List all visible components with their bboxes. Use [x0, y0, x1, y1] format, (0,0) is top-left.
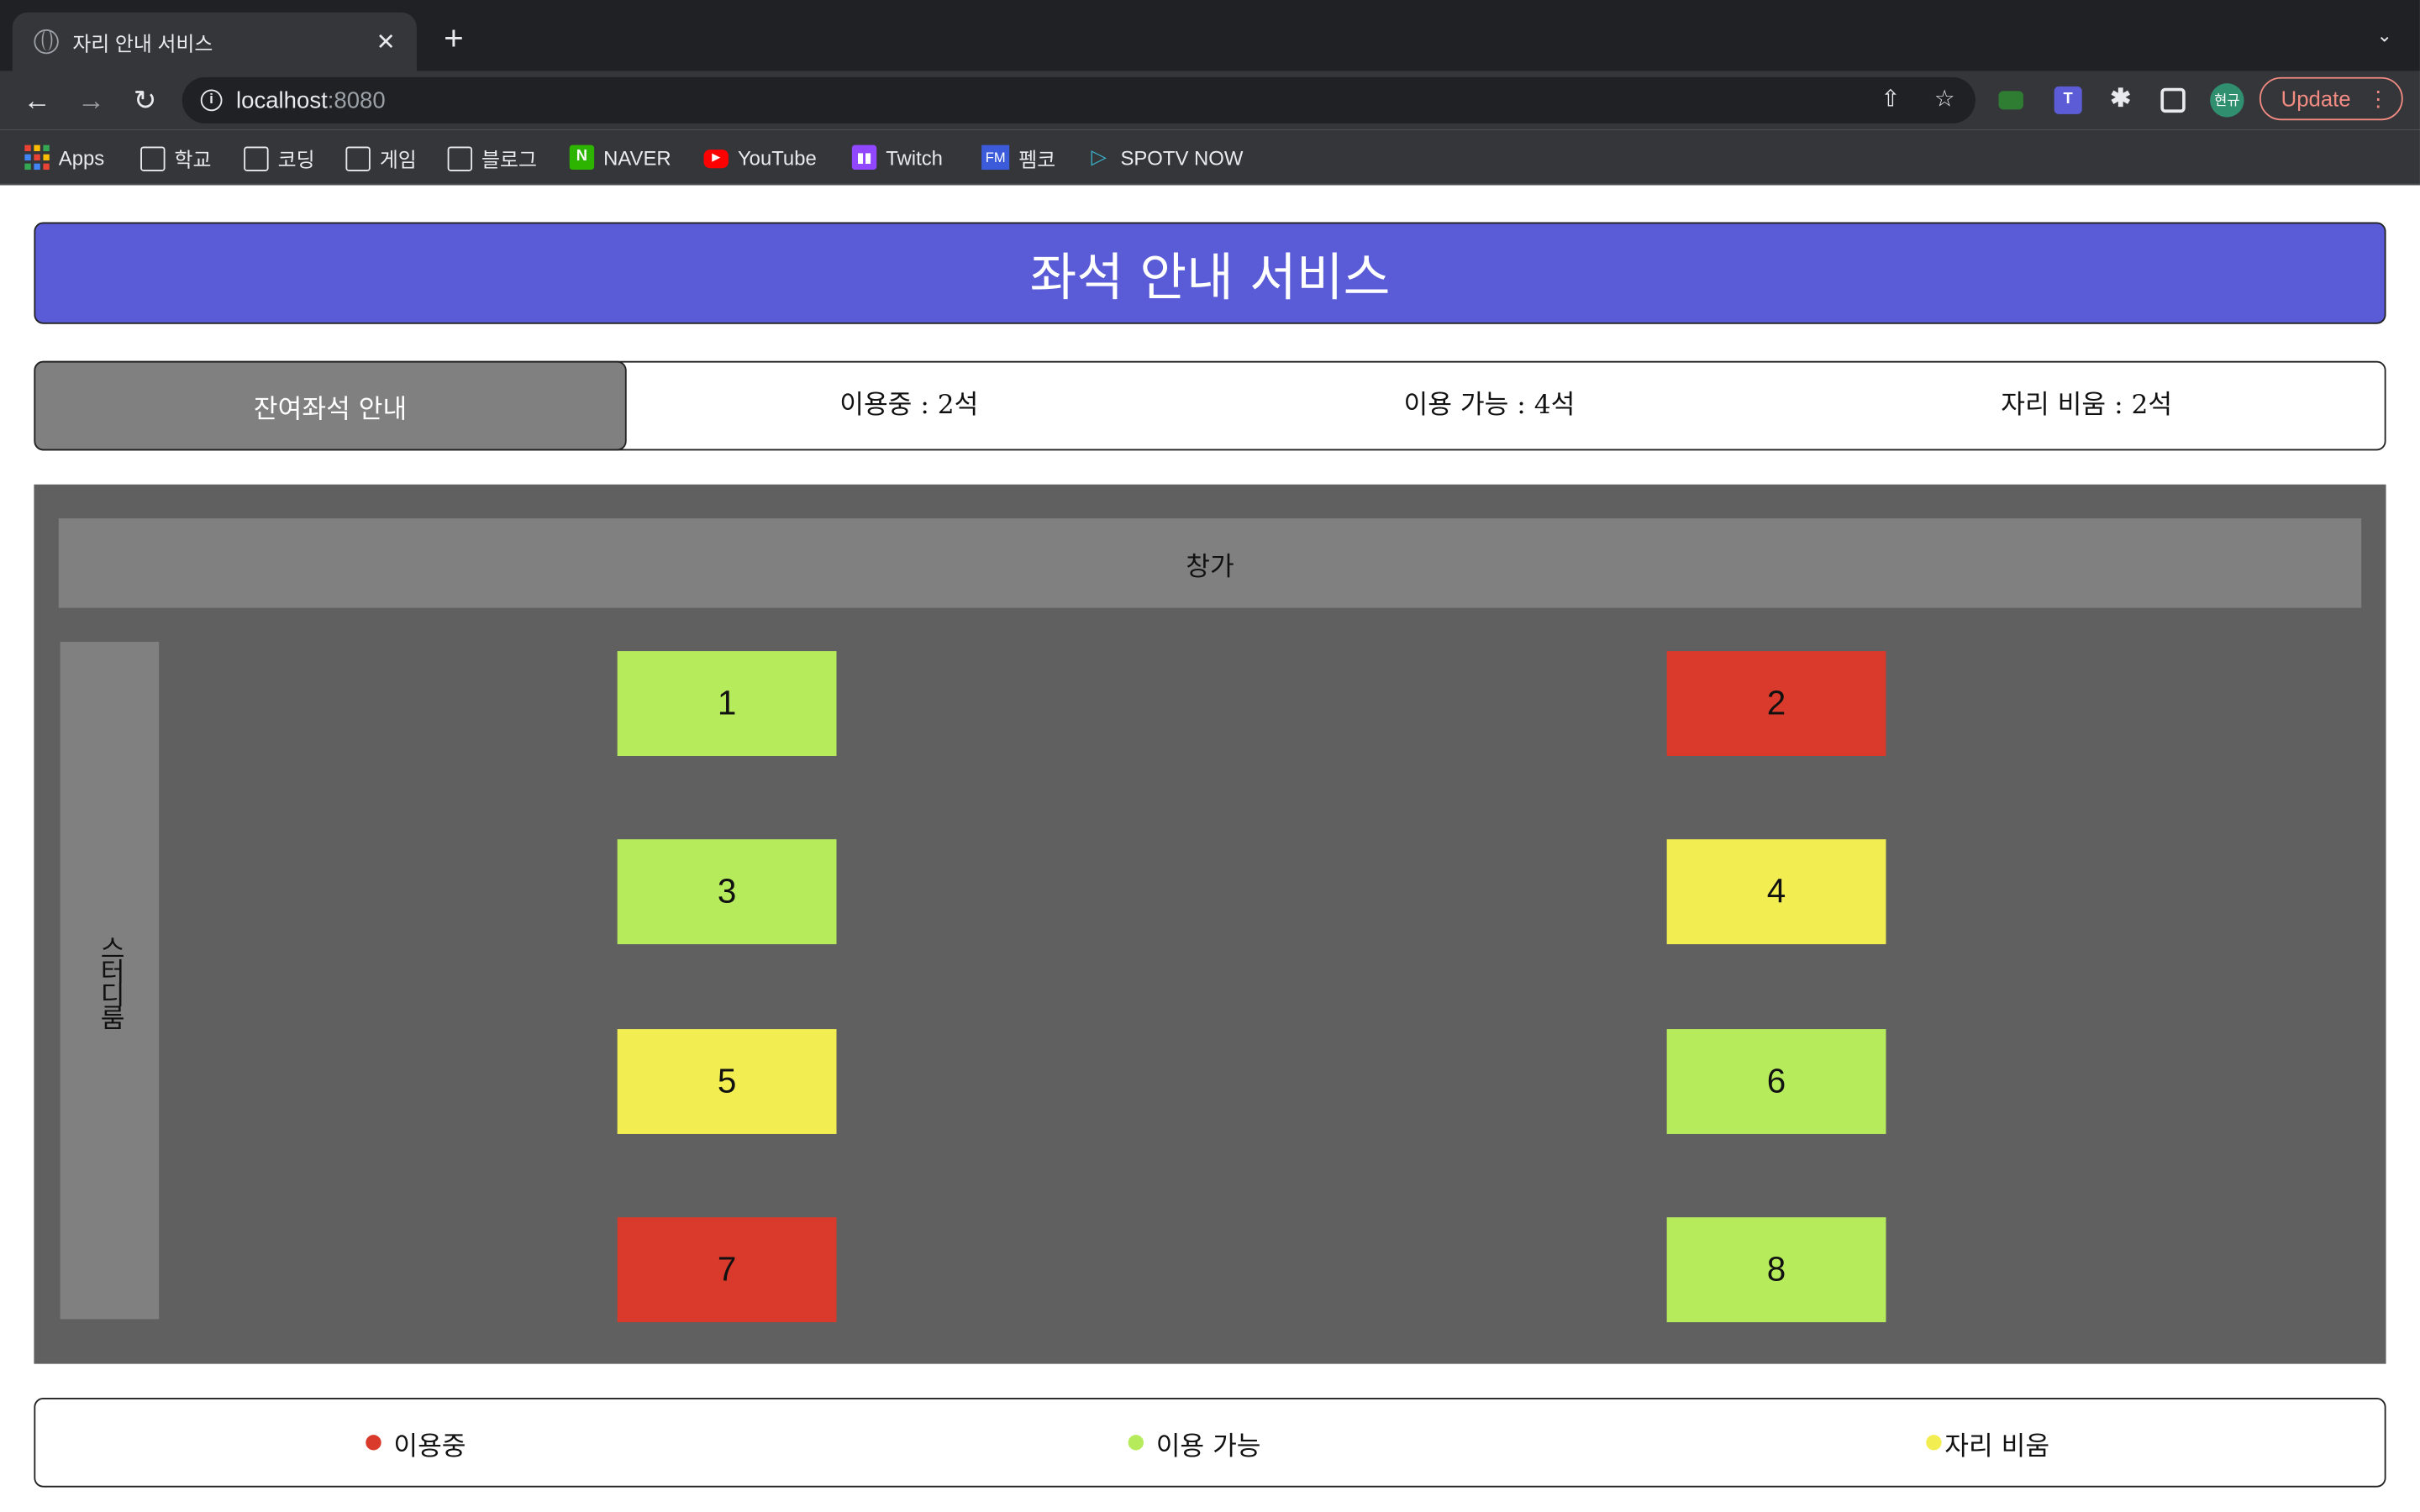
bookmark-label: YouTube [737, 145, 817, 170]
folder-icon [244, 146, 269, 171]
status-legend: 이용중 이용 가능 자리 비움 [34, 1398, 2386, 1488]
fmkorea-icon: FM [981, 144, 1010, 171]
tab-title: 자리 안내 서비스 [72, 31, 213, 55]
legend-available: 이용 가능 [1128, 1399, 1261, 1486]
bookmark-label: 블로그 [481, 147, 537, 171]
bookmark-naver[interactable]: N NAVER [569, 144, 671, 171]
legend-in-use: 이용중 [366, 1399, 466, 1486]
bookmark-label: 게임 [379, 147, 417, 171]
reload-icon[interactable]: ↻ [128, 83, 161, 117]
extension-twitch-icon[interactable]: T [2054, 86, 2082, 114]
folder-icon [140, 146, 166, 171]
page-title: 좌석 안내 서비스 [34, 222, 2386, 324]
update-button[interactable]: Update ⋮ [2259, 76, 2403, 121]
back-arrow-icon[interactable]: ← [20, 83, 54, 117]
seat-1[interactable]: 1 [617, 651, 837, 756]
spotv-play-icon: ▷ [1091, 144, 1107, 169]
seat-5[interactable]: 5 [617, 1029, 837, 1134]
naver-icon: N [569, 144, 595, 171]
green-dot-icon [1128, 1435, 1144, 1451]
update-label: Update [2281, 86, 2351, 112]
bookmark-twitch[interactable]: ▮▮ Twitch [851, 144, 943, 171]
apps-grid-icon [24, 144, 50, 171]
browser-tab[interactable]: 자리 안내 서비스 ✕ [12, 12, 417, 71]
study-room-label: 스터디룸 [60, 642, 160, 1320]
bookmark-label: 펨코 [1018, 147, 1056, 171]
folder-icon [447, 146, 473, 171]
site-info-icon[interactable]: i [200, 89, 223, 112]
seat-2[interactable]: 2 [1666, 651, 1886, 756]
stat-away: 자리 비움 : 2석 [2001, 390, 2173, 422]
legend-label: 이용 가능 [1155, 1431, 1261, 1462]
bookmark-fmkorea[interactable]: FM 펨코 [981, 144, 1055, 171]
bookmark-youtube[interactable]: ▶ YouTube [703, 144, 817, 171]
bookmark-label: Twitch [886, 145, 943, 170]
bookmark-label: 코딩 [277, 147, 315, 171]
bookmark-label: Apps [58, 145, 105, 170]
bookmark-label: SPOTV NOW [1120, 145, 1244, 170]
seat-map: 창가 스터디룸 1 2 3 4 5 6 7 8 [34, 484, 2386, 1364]
globe-icon [34, 29, 59, 55]
twitch-icon: ▮▮ [851, 144, 877, 171]
bookmarks-bar: Apps 학교 코딩 게임 블로그 N NAVER ▶ YouTube ▮▮ T… [0, 129, 2420, 186]
seat-6[interactable]: 6 [1666, 1029, 1886, 1134]
bookmark-label: NAVER [603, 145, 671, 170]
tab-search-chevron-icon[interactable]: ⌄ [2374, 24, 2396, 46]
stat-available: 이용 가능 : 4석 [1403, 390, 1576, 422]
close-tab-icon[interactable]: ✕ [371, 28, 402, 55]
extensions-puzzle-icon[interactable]: ✱ [2107, 87, 2134, 114]
seat-8[interactable]: 8 [1666, 1217, 1886, 1323]
side-panel-icon[interactable] [2160, 87, 2186, 113]
bookmark-label: 학교 [174, 147, 212, 171]
bookmark-folder-game[interactable]: 게임 [345, 144, 417, 171]
forward-arrow-icon[interactable]: → [74, 83, 108, 117]
share-icon[interactable]: ⇧ [1876, 87, 1904, 114]
url-port: :8080 [327, 87, 386, 113]
yellow-dot-icon [1926, 1435, 1942, 1451]
more-menu-icon[interactable]: ⋮ [2367, 79, 2389, 119]
bookmark-folder-coding[interactable]: 코딩 [244, 144, 315, 171]
folder-icon [345, 146, 371, 171]
seat-stats-bar: 잔여좌석 안내 이용중 : 2석 이용 가능 : 4석 자리 비움 : 2석 [34, 360, 2386, 451]
browser-tab-strip: 자리 안내 서비스 ✕ + ⌄ [0, 0, 2420, 71]
stat-in-use: 이용중 : 2석 [839, 390, 979, 422]
legend-label: 이용중 [393, 1431, 466, 1462]
legend-label: 자리 비움 [1944, 1431, 2050, 1462]
seat-4[interactable]: 4 [1666, 839, 1886, 945]
red-dot-icon [366, 1435, 381, 1451]
youtube-icon: ▶ [703, 149, 729, 168]
bookmark-folder-school[interactable]: 학교 [140, 144, 211, 171]
seat-3[interactable]: 3 [617, 839, 837, 945]
bookmark-spotv[interactable]: ▷ SPOTV NOW [1086, 144, 1244, 171]
browser-toolbar: ← → ↻ i localhost :8080 ⇧ ☆ T ✱ 현규 Updat… [0, 71, 2420, 130]
extension-screen-icon[interactable] [1998, 91, 2023, 110]
bookmark-folder-blog[interactable]: 블로그 [447, 144, 537, 171]
legend-away: 자리 비움 [1926, 1399, 2049, 1486]
profile-avatar[interactable]: 현규 [2210, 83, 2244, 118]
url-host: localhost [236, 87, 328, 113]
window-side-label: 창가 [58, 518, 2362, 608]
new-tab-button[interactable]: + [437, 21, 471, 55]
seat-7[interactable]: 7 [617, 1217, 837, 1323]
remaining-seats-tab[interactable]: 잔여좌석 안내 [34, 360, 627, 451]
address-bar[interactable]: i localhost :8080 ⇧ ☆ [182, 76, 1975, 123]
bookmark-apps[interactable]: Apps [24, 144, 104, 171]
bookmark-star-icon[interactable]: ☆ [1931, 87, 1959, 114]
